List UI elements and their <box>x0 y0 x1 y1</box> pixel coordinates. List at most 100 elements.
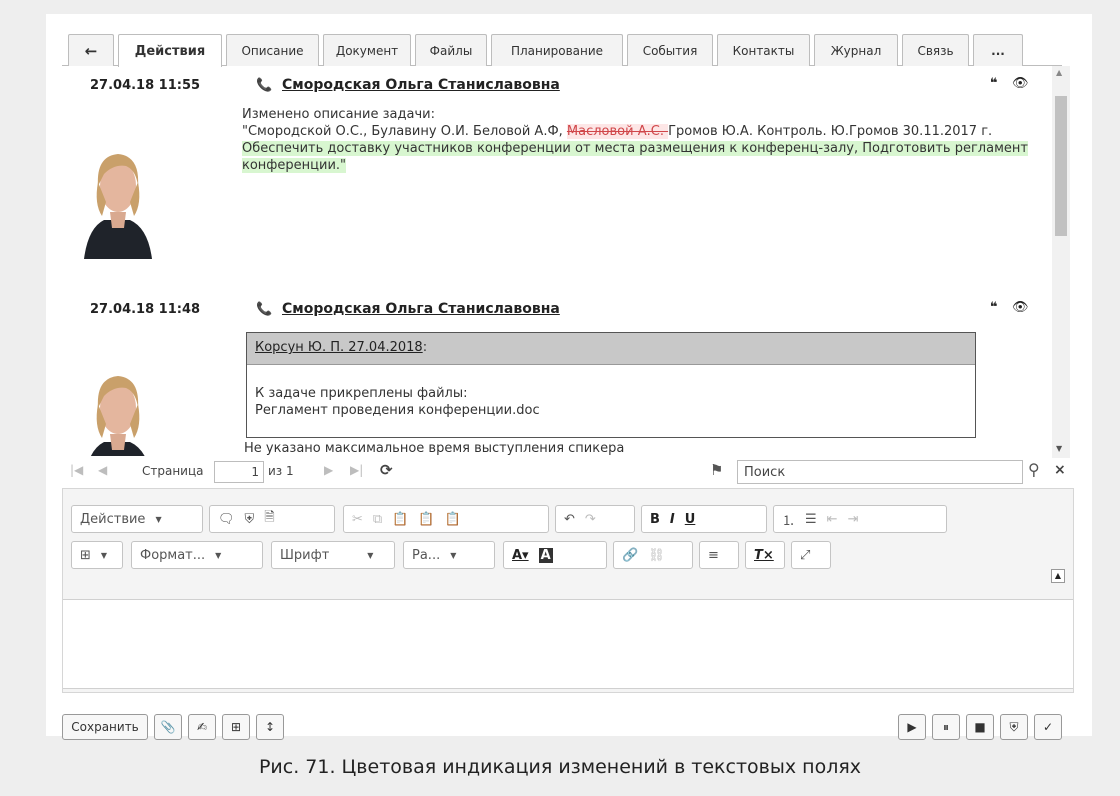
size-dropdown[interactable]: Ра... ▼ <box>403 541 495 569</box>
shield-plus-icon: ⛨ <box>1009 719 1019 734</box>
text-color-icon[interactable]: A▾ <box>512 548 529 563</box>
play-button[interactable]: ▶ <box>898 714 926 740</box>
refresh-icon[interactable]: ⟳ <box>380 461 393 479</box>
italic-button[interactable]: I <box>670 512 675 527</box>
document-sign-icon[interactable]: 🗎 <box>264 508 274 530</box>
entry-time: 27.04.18 11:55 <box>90 78 201 93</box>
cut-icon[interactable]: ✂ <box>352 512 363 527</box>
tab-journal[interactable]: Журнал <box>814 34 898 66</box>
first-page-icon[interactable]: |◀ <box>70 463 83 477</box>
pause-button[interactable]: ⏸ <box>932 714 960 740</box>
entry-author-link[interactable]: Смородская Ольга Станиславовна <box>282 77 560 93</box>
dropdown-arrow-icon: ▼ <box>100 550 108 560</box>
inserted-text: Обеспечить доставку участников конференц… <box>242 141 1028 173</box>
actions-feed: 27.04.18 11:55 📞 Смородская Ольга Станис… <box>62 66 1074 456</box>
entry-author-link[interactable]: Смородская Ольга Станиславовна <box>282 301 560 317</box>
page-count: из 1 <box>268 464 294 478</box>
visibility-icon[interactable]: 👁 <box>1012 300 1029 315</box>
attach-icon[interactable]: 📎 <box>154 714 182 740</box>
shield-check-button[interactable]: ✓ <box>1034 714 1062 740</box>
scroll-thumb[interactable] <box>1055 96 1067 236</box>
tab-document[interactable]: Документ <box>323 34 411 66</box>
message-text: Не указано максимальное время выступлени… <box>244 441 625 456</box>
link-icon[interactable]: 🔗 <box>622 548 638 563</box>
redo-icon[interactable]: ↷ <box>585 512 596 527</box>
pager-bar: |◀ ◀ Страница 1 из 1 ▶ ▶| ⟳ ⚑ Поиск ⚲ × <box>62 458 1074 486</box>
next-page-icon[interactable]: ▶ <box>324 463 333 477</box>
list-group: ⒈ ☰ ⇤ ⇥ <box>773 505 947 533</box>
flag-icon[interactable]: ⚑ <box>710 461 723 479</box>
paste-text-icon[interactable]: 📋 <box>418 512 434 527</box>
underline-button[interactable]: U <box>685 512 696 527</box>
entry-message: Изменено описание задачи: "Смородской О.… <box>238 102 1044 284</box>
page-number-input[interactable]: 1 <box>214 461 264 483</box>
clear-format-button[interactable]: T× <box>745 541 785 569</box>
dropdown-arrow-icon: ▼ <box>367 550 374 560</box>
avatar-photo <box>74 116 160 259</box>
indent-icon[interactable]: ⇥ <box>848 512 859 527</box>
tab-actions[interactable]: Действия <box>118 34 222 67</box>
scroll-up-icon[interactable]: ▲ <box>1056 68 1062 77</box>
template-icon[interactable]: 🗨 <box>218 512 235 527</box>
author-avatar <box>74 338 160 456</box>
task-panel: ← Действия Описание Документ Файлы Плани… <box>46 14 1092 740</box>
tab-description[interactable]: Описание <box>226 34 319 66</box>
back-arrow-icon: ← <box>84 41 98 60</box>
table-button[interactable]: ⊞ ▼ <box>71 541 123 569</box>
tab-contacts[interactable]: Контакты <box>717 34 810 66</box>
phone-icon[interactable]: 📞 <box>256 302 272 317</box>
feed-scrollbar[interactable]: ▲ ▼ <box>1052 66 1070 458</box>
paste-word-icon[interactable]: 📋 <box>445 512 461 527</box>
message-body: "Смородской О.С., Булавину О.И. Беловой … <box>242 124 1028 173</box>
tab-link[interactable]: Связь <box>902 34 969 66</box>
scroll-down-icon[interactable]: ▼ <box>1056 444 1062 453</box>
tab-planning[interactable]: Планирование <box>491 34 623 66</box>
horizontal-line-icon: ≡ <box>708 547 719 563</box>
collapse-toolbar-icon[interactable]: ▲ <box>1051 569 1065 583</box>
back-button[interactable]: ← <box>68 34 114 66</box>
format-dropdown[interactable]: Формат... ▼ <box>131 541 263 569</box>
hr-button[interactable]: ≡ <box>699 541 739 569</box>
visibility-icon[interactable]: 👁 <box>1012 76 1029 91</box>
tab-more[interactable]: ... <box>973 34 1023 66</box>
author-avatar <box>74 116 160 259</box>
bold-button[interactable]: B <box>650 512 660 527</box>
outdent-icon[interactable]: ⇤ <box>827 512 838 527</box>
copy-icon[interactable]: ⧉ <box>373 512 382 527</box>
dropdown-arrow-icon: ▼ <box>155 514 162 524</box>
search-input[interactable]: Поиск <box>737 460 1023 484</box>
phone-icon[interactable]: 📞 <box>256 78 272 93</box>
action-dropdown[interactable]: Действие ▼ <box>71 505 203 533</box>
font-dropdown[interactable]: Шрифт ▼ <box>271 541 395 569</box>
last-page-icon[interactable]: ▶| <box>350 463 363 477</box>
shield-add-icon[interactable]: ⛨ <box>245 512 255 527</box>
resize-icon[interactable]: ↕ <box>256 714 284 740</box>
comment-block: Корсун Ю. П. 27.04.2018: К задаче прикре… <box>246 332 976 438</box>
hierarchy-icon[interactable]: ⊞ <box>222 714 250 740</box>
quote-icon[interactable]: ❝ <box>990 300 998 315</box>
undo-icon[interactable]: ↶ <box>564 512 575 527</box>
entry-time: 27.04.18 11:48 <box>90 302 201 317</box>
numbered-list-icon[interactable]: ⒈ <box>782 510 795 529</box>
paste-icon[interactable]: 📋 <box>392 512 408 527</box>
page-label: Страница <box>142 464 204 478</box>
tab-events[interactable]: События <box>627 34 713 66</box>
unlink-icon[interactable]: ⛓ <box>648 548 665 563</box>
quote-icon[interactable]: ❝ <box>990 76 998 91</box>
editor-text-area[interactable] <box>63 599 1073 689</box>
shield-plus-button[interactable]: ⛨ <box>1000 714 1028 740</box>
search-icon[interactable]: ⚲ <box>1028 460 1040 479</box>
bulleted-list-icon[interactable]: ☰ <box>805 512 817 527</box>
stop-button[interactable]: ■ <box>966 714 994 740</box>
prev-page-icon[interactable]: ◀ <box>98 463 107 477</box>
bg-color-icon[interactable]: A <box>538 547 553 563</box>
close-search-icon[interactable]: × <box>1054 462 1066 478</box>
maximize-button[interactable]: ⤢ <box>791 541 831 569</box>
comment-author-link[interactable]: Корсун Ю. П. 27.04.2018 <box>255 340 423 355</box>
signature-icon[interactable]: ✍ <box>188 714 216 740</box>
tab-files[interactable]: Файлы <box>415 34 487 66</box>
table-icon: ⊞ <box>80 547 91 563</box>
save-button[interactable]: Сохранить <box>62 714 148 740</box>
insert-tools-group: 🗨 ⛨ 🗎 <box>209 505 335 533</box>
deleted-text: Масловой А.С. <box>566 124 669 139</box>
